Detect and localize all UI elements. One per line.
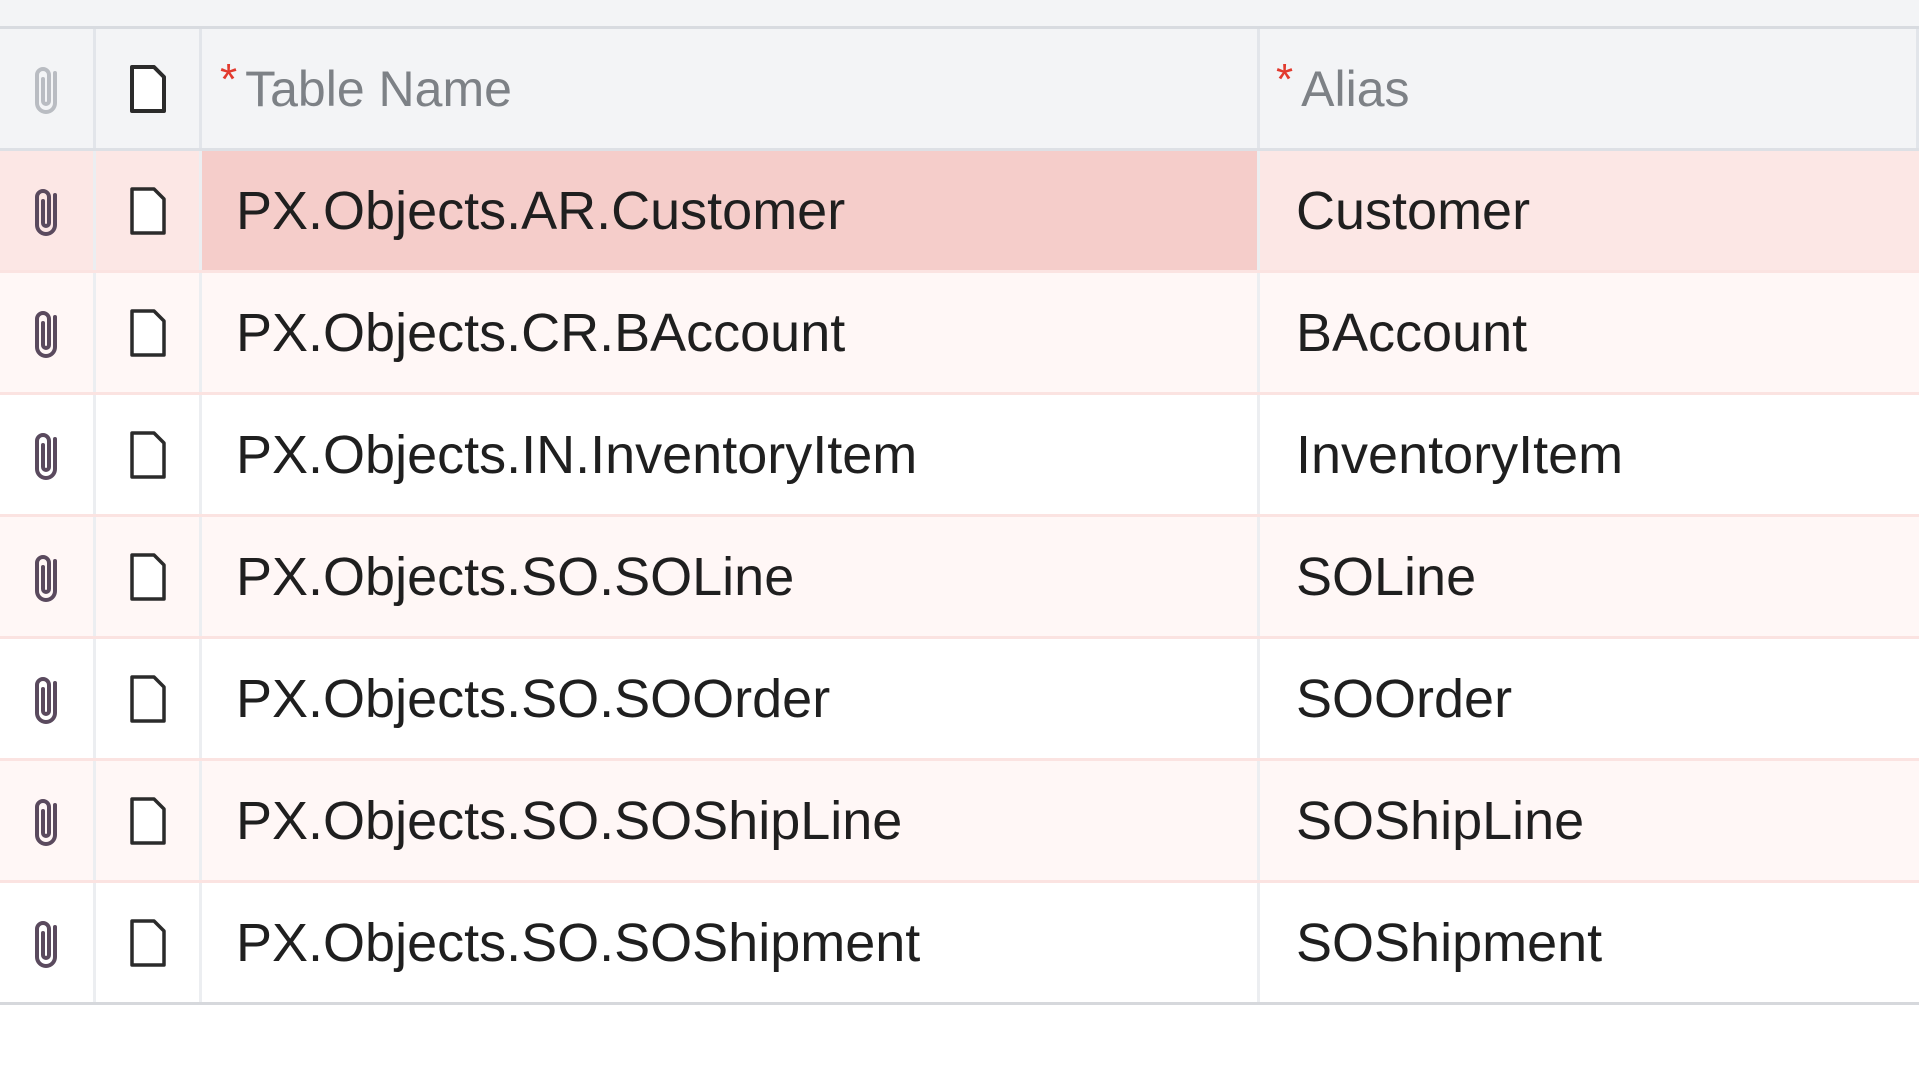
table-name-cell[interactable]: PX.Objects.SO.SOShipLine <box>202 761 1260 880</box>
paperclip-icon[interactable] <box>27 303 67 363</box>
row-note-cell[interactable] <box>96 639 202 758</box>
alias-cell[interactable]: Customer <box>1260 151 1919 270</box>
table-row[interactable]: PX.Objects.SO.SOLine SOLine <box>0 517 1919 639</box>
alias-cell[interactable]: SOShipLine <box>1260 761 1919 880</box>
header-alias-label: Alias <box>1301 60 1410 117</box>
alias-value: SOLine <box>1296 546 1477 607</box>
table-name-value: PX.Objects.SO.SOShipLine <box>236 790 903 851</box>
note-icon[interactable] <box>128 186 168 236</box>
row-note-cell[interactable] <box>96 883 202 1002</box>
row-note-cell[interactable] <box>96 273 202 392</box>
row-note-cell[interactable] <box>96 395 202 514</box>
table-name-value: PX.Objects.CR.BAccount <box>236 302 846 363</box>
table-name-cell[interactable]: PX.Objects.IN.InventoryItem <box>202 395 1260 514</box>
table-name-cell[interactable]: PX.Objects.CR.BAccount <box>202 273 1260 392</box>
paperclip-icon <box>27 59 67 119</box>
header-notes-column[interactable] <box>96 29 202 148</box>
table-name-value: PX.Objects.SO.SOShipment <box>236 912 921 973</box>
alias-cell[interactable]: SOOrder <box>1260 639 1919 758</box>
data-grid: * Table Name * Alias PX.Objects.AR.Custo… <box>0 29 1919 1005</box>
paperclip-icon[interactable] <box>27 669 67 729</box>
paperclip-icon[interactable] <box>27 547 67 607</box>
table-name-value: PX.Objects.AR.Customer <box>236 180 846 241</box>
table-name-value: PX.Objects.IN.InventoryItem <box>236 424 918 485</box>
row-attachment-cell[interactable] <box>0 151 96 270</box>
alias-value: Customer <box>1296 180 1531 241</box>
row-note-cell[interactable] <box>96 151 202 270</box>
table-row[interactable]: PX.Objects.CR.BAccount BAccount <box>0 273 1919 395</box>
required-mark: * <box>220 55 238 104</box>
row-attachment-cell[interactable] <box>0 273 96 392</box>
table-row[interactable]: PX.Objects.SO.SOShipLine SOShipLine <box>0 761 1919 883</box>
alias-value: SOShipment <box>1296 912 1603 973</box>
paperclip-icon[interactable] <box>27 913 67 973</box>
row-attachment-cell[interactable] <box>0 761 96 880</box>
note-icon[interactable] <box>128 430 168 480</box>
paperclip-icon[interactable] <box>27 791 67 851</box>
note-icon[interactable] <box>128 552 168 602</box>
required-mark: * <box>1276 55 1294 104</box>
row-attachment-cell[interactable] <box>0 883 96 1002</box>
note-icon[interactable] <box>128 674 168 724</box>
alias-value: InventoryItem <box>1296 424 1624 485</box>
note-icon <box>128 64 168 114</box>
header-table-name-label: Table Name <box>245 60 512 117</box>
alias-value: SOShipLine <box>1296 790 1585 851</box>
alias-value: SOOrder <box>1296 668 1513 729</box>
table-row[interactable]: PX.Objects.AR.Customer Customer <box>0 151 1919 273</box>
note-icon[interactable] <box>128 796 168 846</box>
table-name-cell[interactable]: PX.Objects.SO.SOOrder <box>202 639 1260 758</box>
table-row[interactable]: PX.Objects.SO.SOShipment SOShipment <box>0 883 1919 1005</box>
table-row[interactable]: PX.Objects.SO.SOOrder SOOrder <box>0 639 1919 761</box>
table-name-value: PX.Objects.SO.SOOrder <box>236 668 831 729</box>
row-note-cell[interactable] <box>96 761 202 880</box>
row-attachment-cell[interactable] <box>0 639 96 758</box>
note-icon[interactable] <box>128 918 168 968</box>
toolbar-strip <box>0 0 1919 29</box>
paperclip-icon[interactable] <box>27 425 67 485</box>
alias-cell[interactable]: InventoryItem <box>1260 395 1919 514</box>
header-table-name[interactable]: * Table Name <box>202 29 1260 148</box>
row-attachment-cell[interactable] <box>0 395 96 514</box>
table-name-cell[interactable]: PX.Objects.SO.SOShipment <box>202 883 1260 1002</box>
paperclip-icon[interactable] <box>27 181 67 241</box>
table-name-cell[interactable]: PX.Objects.AR.Customer <box>202 151 1260 270</box>
header-alias[interactable]: * Alias <box>1260 29 1919 148</box>
table-name-cell[interactable]: PX.Objects.SO.SOLine <box>202 517 1260 636</box>
alias-cell[interactable]: BAccount <box>1260 273 1919 392</box>
table-name-value: PX.Objects.SO.SOLine <box>236 546 795 607</box>
row-note-cell[interactable] <box>96 517 202 636</box>
row-attachment-cell[interactable] <box>0 517 96 636</box>
alias-cell[interactable]: SOShipment <box>1260 883 1919 1002</box>
note-icon[interactable] <box>128 308 168 358</box>
alias-cell[interactable]: SOLine <box>1260 517 1919 636</box>
grid-header-row: * Table Name * Alias <box>0 29 1919 151</box>
alias-value: BAccount <box>1296 302 1528 363</box>
header-attachments-column[interactable] <box>0 29 96 148</box>
table-row[interactable]: PX.Objects.IN.InventoryItem InventoryIte… <box>0 395 1919 517</box>
